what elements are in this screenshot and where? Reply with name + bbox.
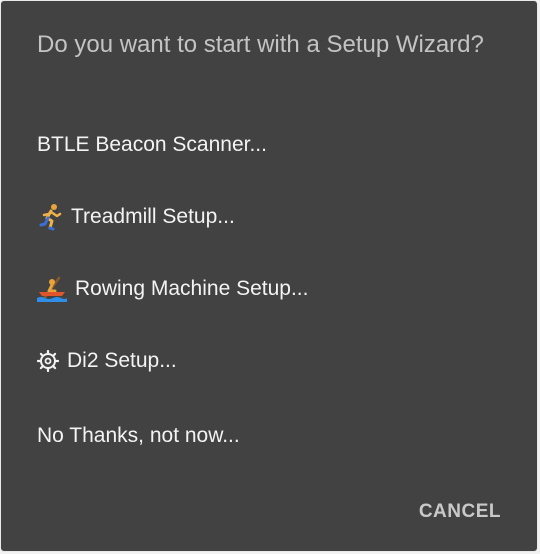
runner-icon: [37, 203, 63, 231]
option-label: BTLE Beacon Scanner...: [37, 133, 267, 156]
setup-wizard-dialog: Do you want to start with a Setup Wizard…: [0, 0, 538, 552]
rowing-machine-setup-option[interactable]: Rowing Machine Setup...: [37, 269, 507, 309]
treadmill-setup-option[interactable]: Treadmill Setup...: [37, 197, 507, 237]
btle-beacon-scanner-option[interactable]: BTLE Beacon Scanner...: [37, 125, 507, 165]
rowing-boat-icon: [37, 276, 67, 302]
option-label: No Thanks, not now...: [37, 424, 240, 447]
cancel-button[interactable]: CANCEL: [419, 497, 501, 527]
option-label: Treadmill Setup...: [71, 205, 235, 228]
option-label: Di2 Setup...: [67, 349, 177, 372]
di2-setup-option[interactable]: Di2 Setup...: [37, 341, 507, 381]
no-thanks-option[interactable]: No Thanks, not now...: [37, 416, 507, 456]
option-label: Rowing Machine Setup...: [75, 277, 309, 300]
dialog-title: Do you want to start with a Setup Wizard…: [37, 31, 484, 58]
gear-icon: [37, 350, 59, 372]
